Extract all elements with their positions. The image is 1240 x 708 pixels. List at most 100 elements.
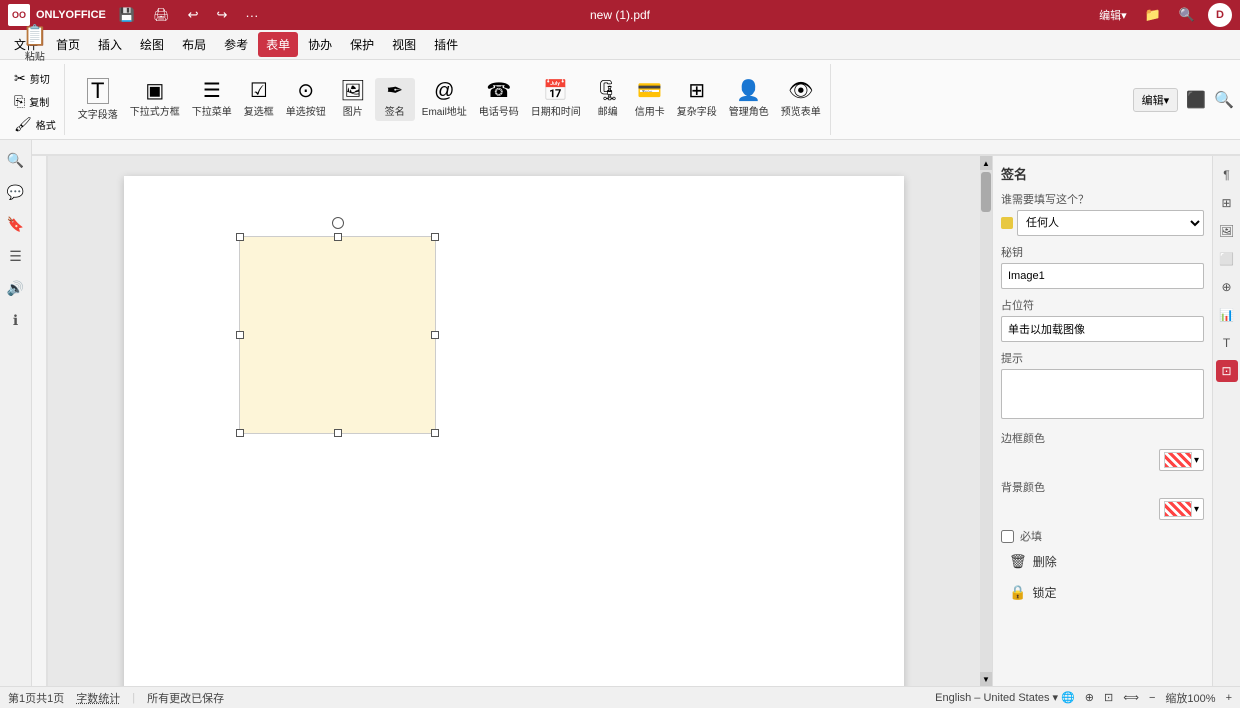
save-button[interactable]: 💾	[114, 5, 140, 25]
menu-insert[interactable]: 插入	[90, 32, 130, 57]
complex-field-button[interactable]: ⊞ 复杂字段	[672, 78, 722, 121]
rotate-handle[interactable]	[332, 217, 344, 229]
paste-button[interactable]: 📋 粘贴	[15, 23, 55, 66]
panel-icon-table[interactable]: ⊞	[1216, 192, 1238, 214]
edit-dropdown-button[interactable]: 编辑▾	[1133, 88, 1179, 112]
handle-mid-right[interactable]	[431, 331, 439, 339]
search-header-button[interactable]: 🔍	[1174, 5, 1200, 25]
copy-button[interactable]: ⎘ 复制	[10, 91, 60, 112]
handle-bot-right[interactable]	[431, 429, 439, 437]
dropdown-frame-button[interactable]: ▣ 下拉式方框	[125, 78, 185, 121]
app-name: ONLYOFFICE	[36, 9, 106, 21]
globe-icon: 🌐	[1061, 691, 1075, 704]
handle-bot-left[interactable]	[236, 429, 244, 437]
lock-button[interactable]: 🔒 锁定	[1001, 579, 1204, 606]
zoom-width-button[interactable]: ⟺	[1123, 691, 1139, 704]
language-selector[interactable]: English – United States ▾ 🌐	[935, 691, 1075, 704]
zipcode-icon: 🗜	[595, 81, 620, 101]
image-button[interactable]: 🖼 图片	[333, 78, 373, 121]
border-color-picker[interactable]: ▾	[1159, 449, 1204, 471]
scroll-thumb[interactable]	[981, 172, 991, 212]
language-text: English – United States	[935, 692, 1049, 704]
handle-top-right[interactable]	[431, 233, 439, 241]
panel-icon-chart[interactable]: 📊	[1216, 304, 1238, 326]
format-brush-button[interactable]: 🖌 格式	[10, 114, 60, 135]
cut-icon: ✂	[14, 70, 26, 87]
menu-draw[interactable]: 绘图	[132, 32, 172, 57]
undo-button[interactable]: ↩	[183, 5, 204, 25]
menu-layout[interactable]: 布局	[174, 32, 214, 57]
scroll-up-button[interactable]: ▲	[980, 156, 992, 170]
handle-top-left[interactable]	[236, 233, 244, 241]
zoom-minus-button[interactable]: −	[1149, 692, 1155, 704]
menu-form[interactable]: 表单	[258, 32, 298, 57]
delete-button[interactable]: 🗑 删除	[1001, 548, 1204, 575]
manage-roles-icon: 👤	[736, 81, 761, 101]
bg-color-picker[interactable]: ▾	[1159, 498, 1204, 520]
redo-button[interactable]: ↪	[212, 5, 233, 25]
panel-icon-plus[interactable]: ⊕	[1216, 276, 1238, 298]
zoom-fit-button[interactable]: ⊡	[1104, 691, 1113, 704]
placeholder-label: 占位符	[1001, 297, 1204, 313]
handle-top-mid[interactable]	[334, 233, 342, 241]
sidebar-tts-icon[interactable]: 🔊	[4, 276, 28, 300]
sidebar-menu-icon[interactable]: ☰	[4, 244, 28, 268]
location-button[interactable]: 📁	[1140, 5, 1166, 25]
datetime-button[interactable]: 📅 日期和时间	[526, 78, 586, 121]
panel-icon-paragraph[interactable]: ¶	[1216, 164, 1238, 186]
credit-card-icon: 💳	[637, 81, 662, 101]
panel-icon-image[interactable]: 🖼	[1216, 220, 1238, 242]
key-input[interactable]	[1001, 263, 1204, 289]
word-count-button[interactable]: 字数统计	[76, 690, 120, 706]
edit-mode-button[interactable]: 编辑▾	[1094, 5, 1132, 25]
handle-bot-mid[interactable]	[334, 429, 342, 437]
sidebar-bookmarks-icon[interactable]: 🔖	[4, 212, 28, 236]
paste-icon: 📋	[22, 26, 47, 46]
checkbox-button[interactable]: ☑ 复选框	[239, 78, 279, 121]
sidebar-comments-icon[interactable]: 💬	[4, 180, 28, 204]
text-field-button[interactable]: T 文字段落	[73, 75, 123, 124]
complex-field-icon: ⊞	[688, 81, 705, 101]
preview-form-button[interactable]: 👁 预览表单	[776, 78, 826, 121]
ribbon-right: 编辑▾ ⬛ 🔍	[1133, 64, 1234, 135]
placeholder-input[interactable]	[1001, 316, 1204, 342]
datetime-icon: 📅	[543, 81, 568, 101]
sidebar-info-icon[interactable]: ℹ	[4, 308, 28, 332]
more-button[interactable]: ···	[240, 6, 263, 25]
menu-protect[interactable]: 保护	[342, 32, 382, 57]
panel-icon-text[interactable]: T	[1216, 332, 1238, 354]
menu-plugin[interactable]: 插件	[426, 32, 466, 57]
right-scrollbar[interactable]: ▲ ▼	[980, 156, 992, 686]
cut-button[interactable]: ✂ 剪切	[10, 68, 60, 89]
panel-icon-shape[interactable]: ⬜	[1216, 248, 1238, 270]
credit-card-button[interactable]: 💳 信用卡	[630, 78, 670, 121]
user-avatar[interactable]: D	[1208, 3, 1232, 27]
signature-image-field[interactable]	[239, 236, 436, 434]
zoom-plus-button[interactable]: +	[1226, 692, 1232, 704]
search-ribbon-button[interactable]: 🔍	[1214, 90, 1234, 110]
track-changes-button[interactable]: ⊕	[1085, 691, 1094, 704]
email-button[interactable]: @ Email地址	[417, 78, 472, 121]
scroll-down-button[interactable]: ▼	[980, 672, 992, 686]
border-color-swatch	[1164, 452, 1192, 468]
who-select[interactable]: 任何人	[1017, 210, 1204, 236]
menu-cowork[interactable]: 协办	[300, 32, 340, 57]
canvas-area[interactable]	[48, 156, 980, 686]
required-checkbox[interactable]	[1001, 530, 1014, 543]
dropdown-menu-button[interactable]: ☰ 下拉菜单	[187, 78, 237, 121]
panel-icon-form[interactable]: ⊡	[1216, 360, 1238, 382]
menu-view[interactable]: 视图	[384, 32, 424, 57]
manage-roles-button[interactable]: 👤 管理角色	[724, 78, 774, 121]
tip-textarea[interactable]	[1001, 369, 1204, 419]
menu-reference[interactable]: 参考	[216, 32, 256, 57]
required-row: 必填	[1001, 528, 1204, 544]
sidebar-search-icon[interactable]: 🔍	[4, 148, 28, 172]
view-mode-button[interactable]: ⬛	[1186, 90, 1206, 110]
phone-button[interactable]: ☎ 电话号码	[474, 78, 524, 121]
print-button[interactable]: 🖨	[148, 5, 175, 25]
radio-button[interactable]: ⊙ 单选按钮	[281, 78, 331, 121]
signature-button[interactable]: ✒ 签名	[375, 78, 415, 121]
zipcode-button[interactable]: 🗜 邮编	[588, 78, 628, 121]
left-sidebar: 🔍 💬 🔖 ☰ 🔊 ℹ	[0, 140, 32, 686]
handle-mid-left[interactable]	[236, 331, 244, 339]
